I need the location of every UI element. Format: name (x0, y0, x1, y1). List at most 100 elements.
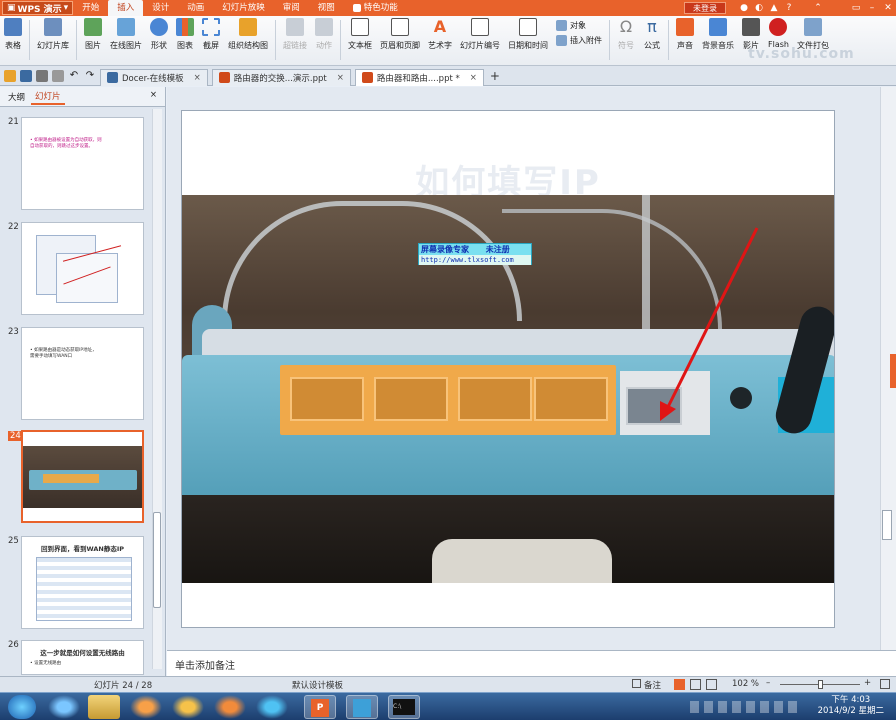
thumb-title: 回到界面，看到WAN静态IP (40, 545, 125, 553)
tab-insert[interactable]: 插入 (108, 0, 144, 16)
skin-icon[interactable]: ● (738, 2, 750, 14)
slide-thumbnail-25[interactable]: 回到界面，看到WAN静态IP (21, 536, 144, 629)
header-footer-label: 页眉和页脚 (380, 41, 420, 50)
org-chart-icon (239, 18, 257, 36)
ribbon-separator (76, 20, 77, 60)
notes-toggle[interactable]: 备注 (632, 679, 661, 691)
slide-thumbnail-23[interactable]: • 如果路由器是动态获取IP地址， 需要手动填写WAN口 (21, 327, 144, 420)
screen-recorder-taskbar[interactable] (346, 695, 378, 719)
explorer-icon[interactable] (88, 695, 120, 719)
normal-view-icon[interactable] (674, 679, 685, 690)
slide-thumbnail-26[interactable]: 这一步就是如何设置无线路由 • 设置无线路由 (21, 640, 144, 675)
zoom-in-icon[interactable]: + (864, 678, 871, 688)
tab-home[interactable]: 开始 (73, 0, 108, 16)
print-icon[interactable] (36, 69, 48, 82)
uc-browser-icon[interactable] (214, 695, 246, 719)
preview-icon[interactable] (52, 69, 64, 82)
close-panel-icon[interactable]: × (146, 89, 161, 101)
chart-button[interactable]: 图表 (172, 18, 198, 62)
slide-number-label: 幻灯片编号 (460, 41, 500, 50)
media-player-icon[interactable] (130, 695, 162, 719)
slide-number: 23 (8, 327, 19, 337)
console-taskbar[interactable]: C:\ (388, 695, 420, 719)
fit-window-icon[interactable] (880, 679, 890, 689)
slide-library-button[interactable]: 幻灯片库 (33, 18, 73, 62)
screenshot-label: 截屏 (203, 41, 219, 50)
hyperlink-button[interactable]: 超链接 (279, 18, 311, 62)
tab-special[interactable]: 特色功能 (344, 0, 407, 16)
tab-review[interactable]: 审阅 (274, 0, 309, 16)
help-icon[interactable]: ? (783, 2, 795, 14)
date-time-button[interactable]: 日期和时间 (504, 18, 552, 62)
tab-design[interactable]: 设计 (143, 0, 178, 16)
open-icon[interactable] (4, 69, 16, 82)
picture-button[interactable]: 图片 (80, 18, 106, 62)
login-button[interactable]: 未登录 (684, 2, 726, 14)
browser-icon[interactable] (256, 695, 288, 719)
formula-button[interactable]: π 公式 (639, 18, 665, 62)
tab-outline[interactable]: 大纲 (4, 90, 29, 104)
slide-thumbnail-22[interactable] (21, 222, 144, 315)
sound-button[interactable]: 声音 (672, 18, 698, 62)
screenshot-button[interactable]: 截屏 (198, 18, 224, 62)
wordart-icon: A (433, 17, 447, 36)
header-footer-button[interactable]: 页眉和页脚 (376, 18, 424, 62)
close-tab-icon[interactable]: × (194, 73, 201, 83)
close-icon[interactable]: ✕ (882, 2, 894, 14)
slide-library-icon (44, 18, 62, 36)
canvas-scroll-thumb[interactable] (882, 510, 892, 540)
org-chart-button[interactable]: 组织结构图 (224, 18, 272, 62)
clock[interactable]: 下午 4:03 2014/9/2 星期二 (818, 695, 884, 717)
lan-port-3 (458, 377, 532, 421)
background-music-button[interactable]: 背景音乐 (698, 18, 738, 62)
zoom-slider-thumb[interactable] (818, 680, 823, 689)
action-button[interactable]: 动作 (311, 18, 337, 62)
thumb-title: 这一步就是如何设置无线路由 (40, 649, 125, 657)
side-tab[interactable] (890, 354, 896, 388)
symbol-button[interactable]: Ω 符号 (613, 18, 639, 62)
doc-tab-docer[interactable]: Docer-在线模板 × (100, 68, 208, 86)
slide-number-button[interactable]: 幻灯片编号 (456, 18, 504, 62)
tab-view[interactable]: 视图 (309, 0, 344, 16)
new-tab-button[interactable]: + (490, 69, 500, 83)
redo-icon[interactable]: ↷ (84, 70, 96, 82)
table-button[interactable]: 表格 (0, 18, 26, 62)
restore-icon[interactable]: ▭ (850, 2, 862, 14)
reading-view-icon[interactable] (706, 679, 717, 690)
tab-animation[interactable]: 动画 (178, 0, 213, 16)
app-menu-button[interactable]: ▣ WPS 演示 ▾ (2, 1, 74, 15)
textbox-button[interactable]: 文本框 (344, 18, 376, 62)
save-icon[interactable] (20, 69, 32, 82)
shirt-icon[interactable]: ▲ (768, 2, 780, 14)
current-slide[interactable]: 如何填写IP 屏幕录像专家 未注册 http://www.tlxsoft.com (181, 110, 835, 628)
notes-pane[interactable]: 单击添加备注 (167, 650, 896, 676)
router-photo[interactable]: 屏幕录像专家 未注册 http://www.tlxsoft.com (182, 195, 834, 583)
sync-icon[interactable]: ◐ (753, 2, 765, 14)
close-tab-icon[interactable]: × (337, 73, 344, 83)
recorder-line-1: 屏幕录像专家 未注册 (421, 245, 510, 254)
zoom-out-icon[interactable]: – (766, 678, 770, 688)
speaker-icon (676, 18, 694, 36)
tab-slides[interactable]: 幻灯片 (31, 89, 65, 105)
close-tab-icon[interactable]: × (470, 73, 477, 83)
slide-thumbnail-24[interactable] (21, 430, 144, 523)
online-picture-button[interactable]: 在线图片 (106, 18, 146, 62)
start-button[interactable] (8, 695, 36, 719)
wordart-button[interactable]: A 艺术字 (424, 18, 456, 62)
slide-thumbnail-21[interactable]: • 如果路由器被设置为自动获取，则 自动获取的，则跳过这步设置。 (21, 117, 144, 210)
wps-presentation-taskbar[interactable]: P (304, 695, 336, 719)
doc-tab-router-active[interactable]: 路由器和路由....ppt * × (354, 68, 484, 86)
ie-icon[interactable] (48, 695, 80, 719)
app-icon[interactable] (172, 695, 204, 719)
wps-window: ▣ WPS 演示 ▾ 开始 插入 设计 动画 幻灯片放映 审阅 视图 特色功能 … (0, 0, 896, 720)
shape-button[interactable]: 形状 (146, 18, 172, 62)
undo-icon[interactable]: ↶ (68, 70, 80, 82)
doc-tab-router-switch[interactable]: 路由器的交换...演示.ppt × (211, 68, 351, 86)
minimize-ribbon-icon[interactable]: ⌃ (812, 2, 824, 14)
minimize-icon[interactable]: – (866, 2, 878, 14)
tab-slideshow[interactable]: 幻灯片放映 (213, 0, 274, 16)
thumbnail-scroll-thumb[interactable] (153, 512, 161, 608)
sorter-view-icon[interactable] (690, 679, 701, 690)
insert-object-button[interactable]: 对象 (556, 20, 602, 31)
insert-attachment-button[interactable]: 插入附件 (556, 35, 602, 46)
